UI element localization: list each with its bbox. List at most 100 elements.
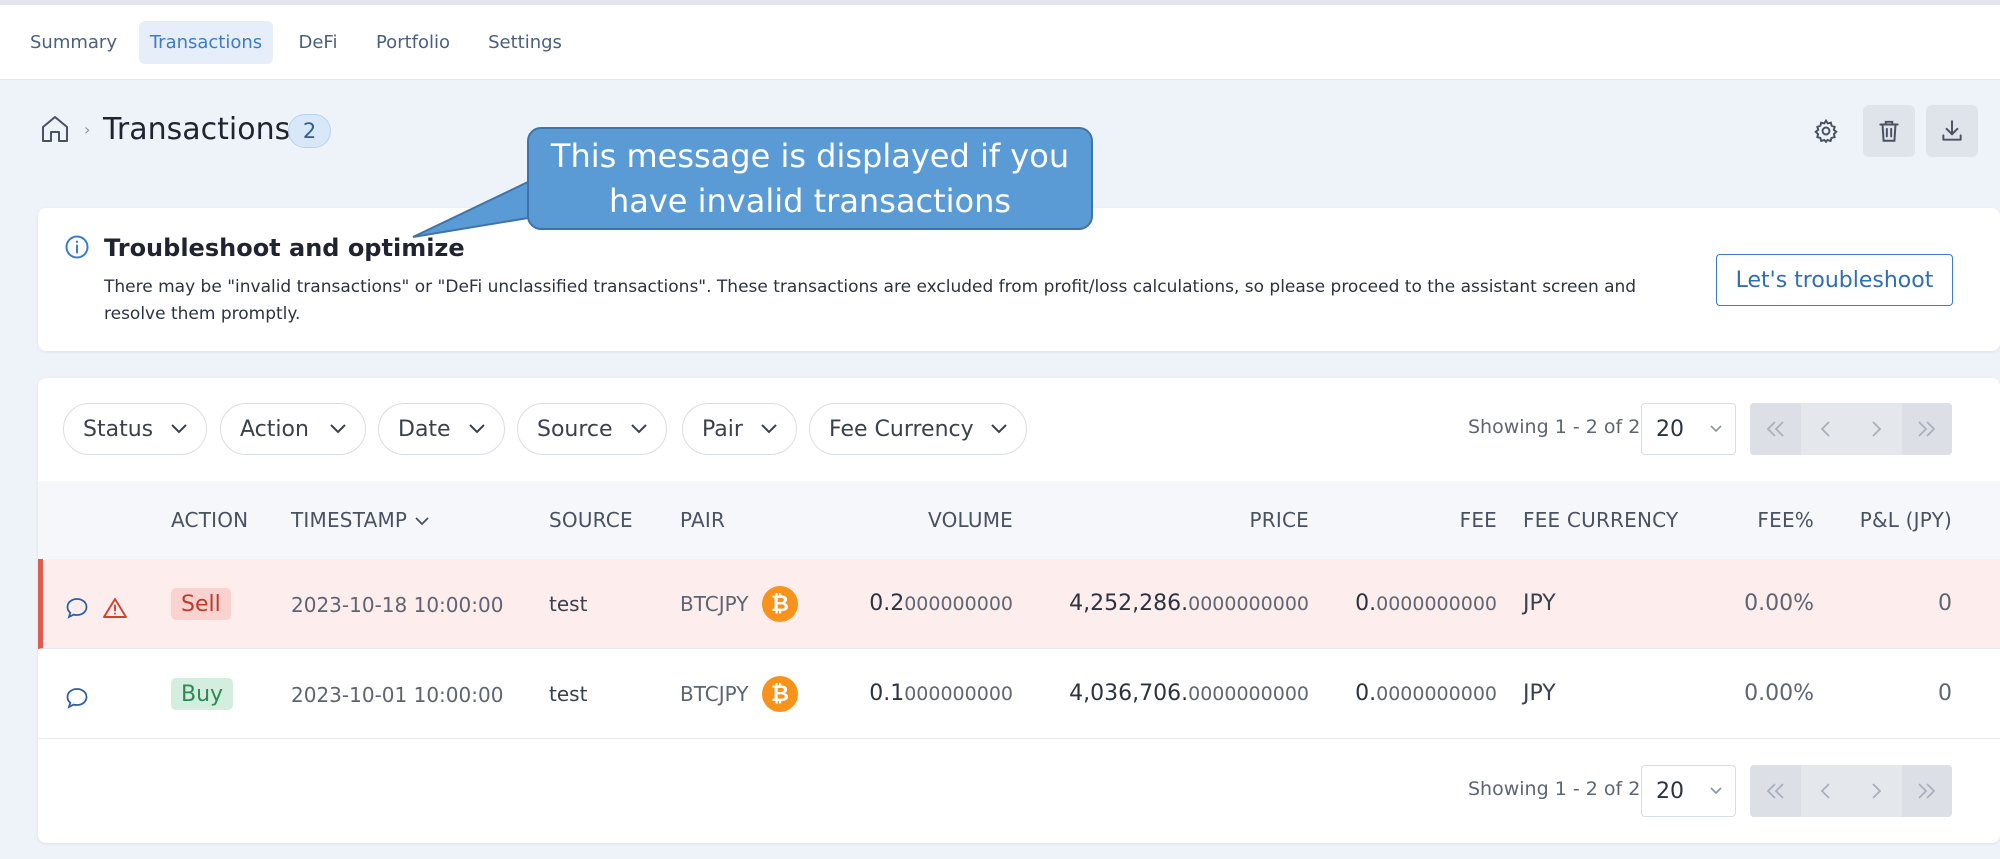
filter-date[interactable]: Date: [378, 403, 505, 455]
row-pair: BTCJPY: [680, 592, 749, 616]
chevron-down-icon: [1710, 425, 1722, 433]
row-timestamp: 2023-10-18 10:00:00: [291, 593, 504, 617]
last-page-button[interactable]: [1901, 765, 1952, 817]
chevron-down-icon: [761, 424, 777, 434]
row-source: test: [549, 682, 588, 706]
prev-page-button[interactable]: [1801, 765, 1852, 817]
double-chevron-right-icon: [1918, 421, 1936, 437]
prev-page-button[interactable]: [1801, 403, 1852, 455]
lets-troubleshoot-button[interactable]: Let's troubleshoot: [1716, 254, 1953, 306]
page-size-select[interactable]: 20: [1641, 403, 1736, 455]
col-fee: FEE: [1459, 508, 1497, 532]
filter-status[interactable]: Status: [63, 403, 207, 455]
gear-icon: [1814, 118, 1838, 144]
col-pair: PAIR: [680, 508, 726, 532]
double-chevron-left-icon: [1766, 783, 1784, 799]
chevron-left-icon: [1820, 421, 1830, 437]
transaction-count-badge: 2: [288, 114, 331, 148]
first-page-button[interactable]: [1750, 403, 1801, 455]
settings-button[interactable]: [1800, 105, 1852, 157]
next-page-button[interactable]: [1851, 765, 1902, 817]
chevron-down-icon: [330, 424, 346, 434]
tab-transactions[interactable]: Transactions: [139, 21, 273, 64]
action-badge-buy: Buy: [171, 678, 234, 710]
showing-count-bottom: Showing 1 - 2 of 2: [1468, 778, 1641, 800]
callout-annotation: This message is displayed if you have in…: [527, 127, 1093, 230]
trash-icon: [1879, 120, 1899, 142]
row-volume: 0.2000000000: [869, 591, 1013, 616]
row-source: test: [549, 592, 588, 616]
row-pnl: 0: [1938, 591, 1952, 616]
row-price: 4,252,286.0000000000: [1069, 591, 1309, 616]
col-pnl: P&L (JPY): [1859, 508, 1952, 532]
first-page-button[interactable]: [1750, 765, 1801, 817]
pagination-controls-bottom: [1750, 765, 1952, 817]
chevron-down-icon: [631, 424, 647, 434]
row-price: 4,036,706.0000000000: [1069, 681, 1309, 706]
col-fee-currency: FEE CURRENCY: [1523, 508, 1679, 532]
filter-label: Date: [398, 416, 451, 442]
tab-portfolio[interactable]: Portfolio: [365, 21, 461, 64]
breadcrumb-separator: ›: [84, 120, 91, 139]
filter-fee-currency[interactable]: Fee Currency: [809, 403, 1027, 455]
filter-label: Status: [83, 416, 154, 442]
row-volume: 0.1000000000: [869, 681, 1013, 706]
col-timestamp[interactable]: TIMESTAMP: [291, 508, 430, 532]
row-fee-pct: 0.00%: [1744, 681, 1814, 706]
col-fee-pct: FEE%: [1757, 508, 1814, 532]
sort-desc-icon: [415, 517, 429, 526]
chevron-right-icon: [1872, 421, 1882, 437]
last-page-button[interactable]: [1901, 403, 1952, 455]
bitcoin-icon: ₿: [762, 586, 798, 622]
page-size-select-bottom[interactable]: 20: [1641, 765, 1736, 817]
row-fee-pct: 0.00%: [1744, 591, 1814, 616]
double-chevron-right-icon: [1918, 783, 1936, 799]
chevron-down-icon: [1710, 787, 1722, 795]
home-icon[interactable]: [39, 113, 71, 145]
col-action: ACTION: [171, 508, 249, 532]
filter-label: Action: [240, 416, 309, 442]
col-timestamp-label: TIMESTAMP: [291, 508, 408, 532]
chevron-right-icon: [1872, 783, 1882, 799]
chevron-down-icon: [171, 424, 187, 434]
row-fee: 0.0000000000: [1355, 681, 1497, 706]
col-source: SOURCE: [549, 508, 633, 532]
col-volume: VOLUME: [928, 508, 1013, 532]
chevron-down-icon: [991, 424, 1007, 434]
filter-action[interactable]: Action: [220, 403, 366, 455]
next-page-button[interactable]: [1851, 403, 1902, 455]
tab-settings[interactable]: Settings: [478, 21, 572, 64]
row-fee-currency: JPY: [1523, 681, 1556, 706]
filter-pair[interactable]: Pair: [682, 403, 797, 455]
row-pair: BTCJPY: [680, 682, 749, 706]
filter-source[interactable]: Source: [517, 403, 667, 455]
download-button[interactable]: [1926, 105, 1978, 157]
filter-label: Fee Currency: [829, 416, 974, 442]
top-nav: Summary Transactions DeFi Portfolio Sett…: [0, 0, 2000, 80]
showing-count: Showing 1 - 2 of 2: [1468, 416, 1641, 438]
tab-defi[interactable]: DeFi: [288, 21, 348, 64]
col-price: PRICE: [1249, 508, 1309, 532]
filter-label: Source: [537, 416, 613, 442]
double-chevron-left-icon: [1766, 421, 1784, 437]
page-title: Transactions: [103, 112, 291, 147]
page-size-value: 20: [1656, 416, 1684, 442]
troubleshoot-description: There may be "invalid transactions" or "…: [104, 277, 1637, 324]
page-size-value: 20: [1656, 778, 1684, 804]
delete-button[interactable]: [1863, 105, 1915, 157]
chevron-left-icon: [1820, 783, 1830, 799]
info-icon: [64, 234, 90, 260]
row-pnl: 0: [1938, 681, 1952, 706]
filter-label: Pair: [702, 416, 743, 442]
tab-summary[interactable]: Summary: [20, 21, 127, 64]
chevron-down-icon: [469, 424, 485, 434]
row-fee-currency: JPY: [1523, 591, 1556, 616]
pagination-controls: [1750, 403, 1952, 455]
download-icon: [1942, 120, 1962, 141]
row-fee: 0.0000000000: [1355, 591, 1497, 616]
bitcoin-icon: ₿: [762, 676, 798, 712]
troubleshoot-title: Troubleshoot and optimize: [104, 234, 465, 262]
comment-icon[interactable]: [65, 687, 89, 709]
warning-icon: [103, 598, 127, 618]
comment-icon[interactable]: [65, 597, 89, 619]
